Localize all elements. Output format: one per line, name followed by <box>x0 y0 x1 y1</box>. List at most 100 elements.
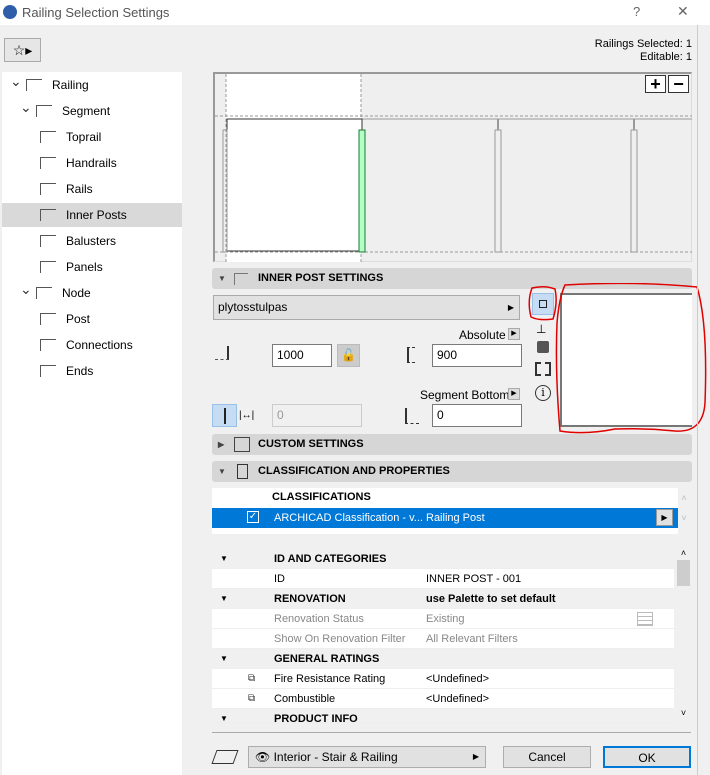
property-row[interactable]: Renovation Status Existing <box>212 609 674 629</box>
settings-tree: ⌄ Railing ⌄ Segment Toprail Handrails Rails Inn… <box>2 72 182 775</box>
expand-triangle-icon: ▶ <box>218 440 225 449</box>
handrails-icon <box>40 157 56 169</box>
title-bar: Railing Selection Settings ? ✕ <box>0 0 710 25</box>
property-name: Renovation Status <box>274 613 364 625</box>
bottom-offset-input[interactable]: 0 <box>432 404 522 427</box>
property-name: Show On Renovation Filter <box>274 633 406 645</box>
segment-bottom-menu-button[interactable]: ▶ <box>508 388 520 400</box>
collapse-triangle-icon[interactable]: ▼ <box>220 709 228 722</box>
property-name: GENERAL RATINGS <box>274 653 380 665</box>
tree-item-label: Segment <box>62 104 111 118</box>
tree-item-label: Balusters <box>66 234 117 248</box>
tree-item-ends[interactable]: Ends <box>2 359 182 383</box>
zoom-in-button[interactable]: + <box>645 75 666 93</box>
scrollbar-thumb[interactable] <box>677 560 690 586</box>
inner-post-icon <box>234 273 248 285</box>
center-align-button[interactable] <box>212 404 237 427</box>
tree-item-label: Rails <box>66 182 93 196</box>
absolute-menu-button[interactable]: ▶ <box>508 328 520 340</box>
property-name: Fire Resistance Rating <box>274 673 386 685</box>
offset-input: 0 <box>272 404 362 427</box>
chevron-down-icon[interactable]: ⌄ <box>20 277 32 301</box>
inner-posts-icon <box>40 209 56 221</box>
tree-item-rails[interactable]: Rails <box>2 177 182 201</box>
renovation-palette-icon[interactable] <box>637 612 653 626</box>
tree-item-segment[interactable]: ⌄ Segment <box>2 99 182 123</box>
property-group[interactable]: ▼ GENERAL RATINGS <box>212 649 674 669</box>
section-title: INNER POST SETTINGS <box>258 272 384 284</box>
zoom-out-button[interactable]: − <box>668 75 689 93</box>
collapse-triangle-icon: ▼ <box>218 274 226 283</box>
collapse-triangle-icon[interactable]: ▼ <box>220 649 228 669</box>
property-row[interactable]: ⧉ Fire Resistance Rating <Undefined> <box>212 669 674 689</box>
classification-value: Railing Post <box>426 512 485 524</box>
layer-dropdown[interactable]: 👁 Interior - Stair & Railing ▶ <box>248 746 486 768</box>
property-row[interactable]: ⧉ Combustible <Undefined> <box>212 689 674 709</box>
classifications-scrollbar[interactable]: ˄ ˅ <box>678 488 690 534</box>
section-title: CLASSIFICATION AND PROPERTIES <box>258 465 450 477</box>
property-group[interactable]: ▼ ID AND CATEGORIES <box>212 549 674 569</box>
lock-button[interactable]: 🔓 <box>337 344 360 367</box>
tree-item-label: Node <box>62 286 91 300</box>
link-icon: ⧉ <box>248 673 256 684</box>
close-button[interactable]: ✕ <box>677 3 689 20</box>
distance-input[interactable]: 1000 <box>272 344 332 367</box>
archicad-logo-icon <box>3 5 17 19</box>
arrow-right-icon: ▶ <box>472 752 479 761</box>
property-group[interactable]: ▼ RENOVATION use Palette to set default <box>212 589 674 609</box>
tree-item-connections[interactable]: Connections <box>2 333 182 357</box>
tree-item-panels[interactable]: Panels <box>2 255 182 279</box>
property-value: Existing <box>426 613 465 625</box>
section-title: CUSTOM SETTINGS <box>258 438 364 450</box>
tree-item-node[interactable]: ⌄ Node <box>2 281 182 305</box>
property-value: INNER POST - 001 <box>426 573 522 585</box>
property-name: ID AND CATEGORIES <box>274 553 387 565</box>
property-name: Combustible <box>274 693 336 705</box>
offset-align-button[interactable]: |↔| <box>239 404 261 427</box>
custom-settings-header[interactable]: ▶ CUSTOM SETTINGS <box>212 434 692 455</box>
post-icon <box>40 313 56 325</box>
property-value: <Undefined> <box>426 693 489 705</box>
collapse-triangle-icon[interactable]: ▼ <box>220 589 228 609</box>
checkbox[interactable]: ✓ <box>247 511 259 523</box>
tree-item-railing[interactable]: ⌄ Railing <box>2 73 182 97</box>
tree-item-toprail[interactable]: Toprail <box>2 125 182 149</box>
properties-scrollbar[interactable]: ˄ ˅ <box>676 548 691 720</box>
star-icon: ☆▸ <box>12 42 33 58</box>
tree-item-handrails[interactable]: Handrails <box>2 151 182 175</box>
link-icon: ⧉ <box>248 693 256 704</box>
bottom-offset-icon <box>405 408 419 424</box>
tree-item-label: Ends <box>66 364 94 378</box>
classification-menu-button[interactable]: ▶ <box>656 509 673 526</box>
tree-item-inner-posts[interactable]: Inner Posts <box>2 203 182 227</box>
collapse-triangle-icon[interactable]: ▼ <box>220 549 228 569</box>
annotation-marker <box>528 283 707 434</box>
profile-value: plytosstulpas <box>218 300 288 314</box>
connections-icon <box>40 339 56 351</box>
window-right-edge <box>697 25 698 775</box>
height-input[interactable]: 900 <box>432 344 522 367</box>
property-name: RENOVATION <box>274 593 346 605</box>
property-row[interactable]: ID INNER POST - 001 <box>212 569 674 589</box>
ends-icon <box>40 365 56 377</box>
property-group[interactable]: ▼ PRODUCT INFO <box>212 709 674 723</box>
ok-button[interactable]: OK <box>603 746 691 768</box>
classification-row[interactable]: ✓ ARCHICAD Classification - v... Railing… <box>212 508 678 528</box>
cancel-button[interactable]: Cancel <box>503 746 591 768</box>
chevron-down-icon[interactable]: ⌄ <box>20 95 32 119</box>
profile-dropdown[interactable]: plytosstulpas ▶ <box>213 295 520 320</box>
tree-item-balusters[interactable]: Balusters <box>2 229 182 253</box>
property-row[interactable]: Show On Renovation Filter All Relevant Fi… <box>212 629 674 649</box>
tree-item-label: Post <box>66 312 91 326</box>
railing-preview[interactable] <box>213 72 692 262</box>
chevron-down-icon[interactable]: ⌄ <box>10 69 22 93</box>
tree-item-label: Panels <box>66 260 103 274</box>
property-name: ID <box>274 573 285 585</box>
panels-icon <box>40 261 56 273</box>
editable-count: Editable: 1 <box>640 51 692 63</box>
favorites-button[interactable]: ☆▸ <box>4 38 41 62</box>
window-title: Railing Selection Settings <box>22 5 170 20</box>
tree-item-post[interactable]: Post <box>2 307 182 331</box>
help-button[interactable]: ? <box>633 4 640 19</box>
classification-header[interactable]: ▼ CLASSIFICATION AND PROPERTIES <box>212 461 692 482</box>
